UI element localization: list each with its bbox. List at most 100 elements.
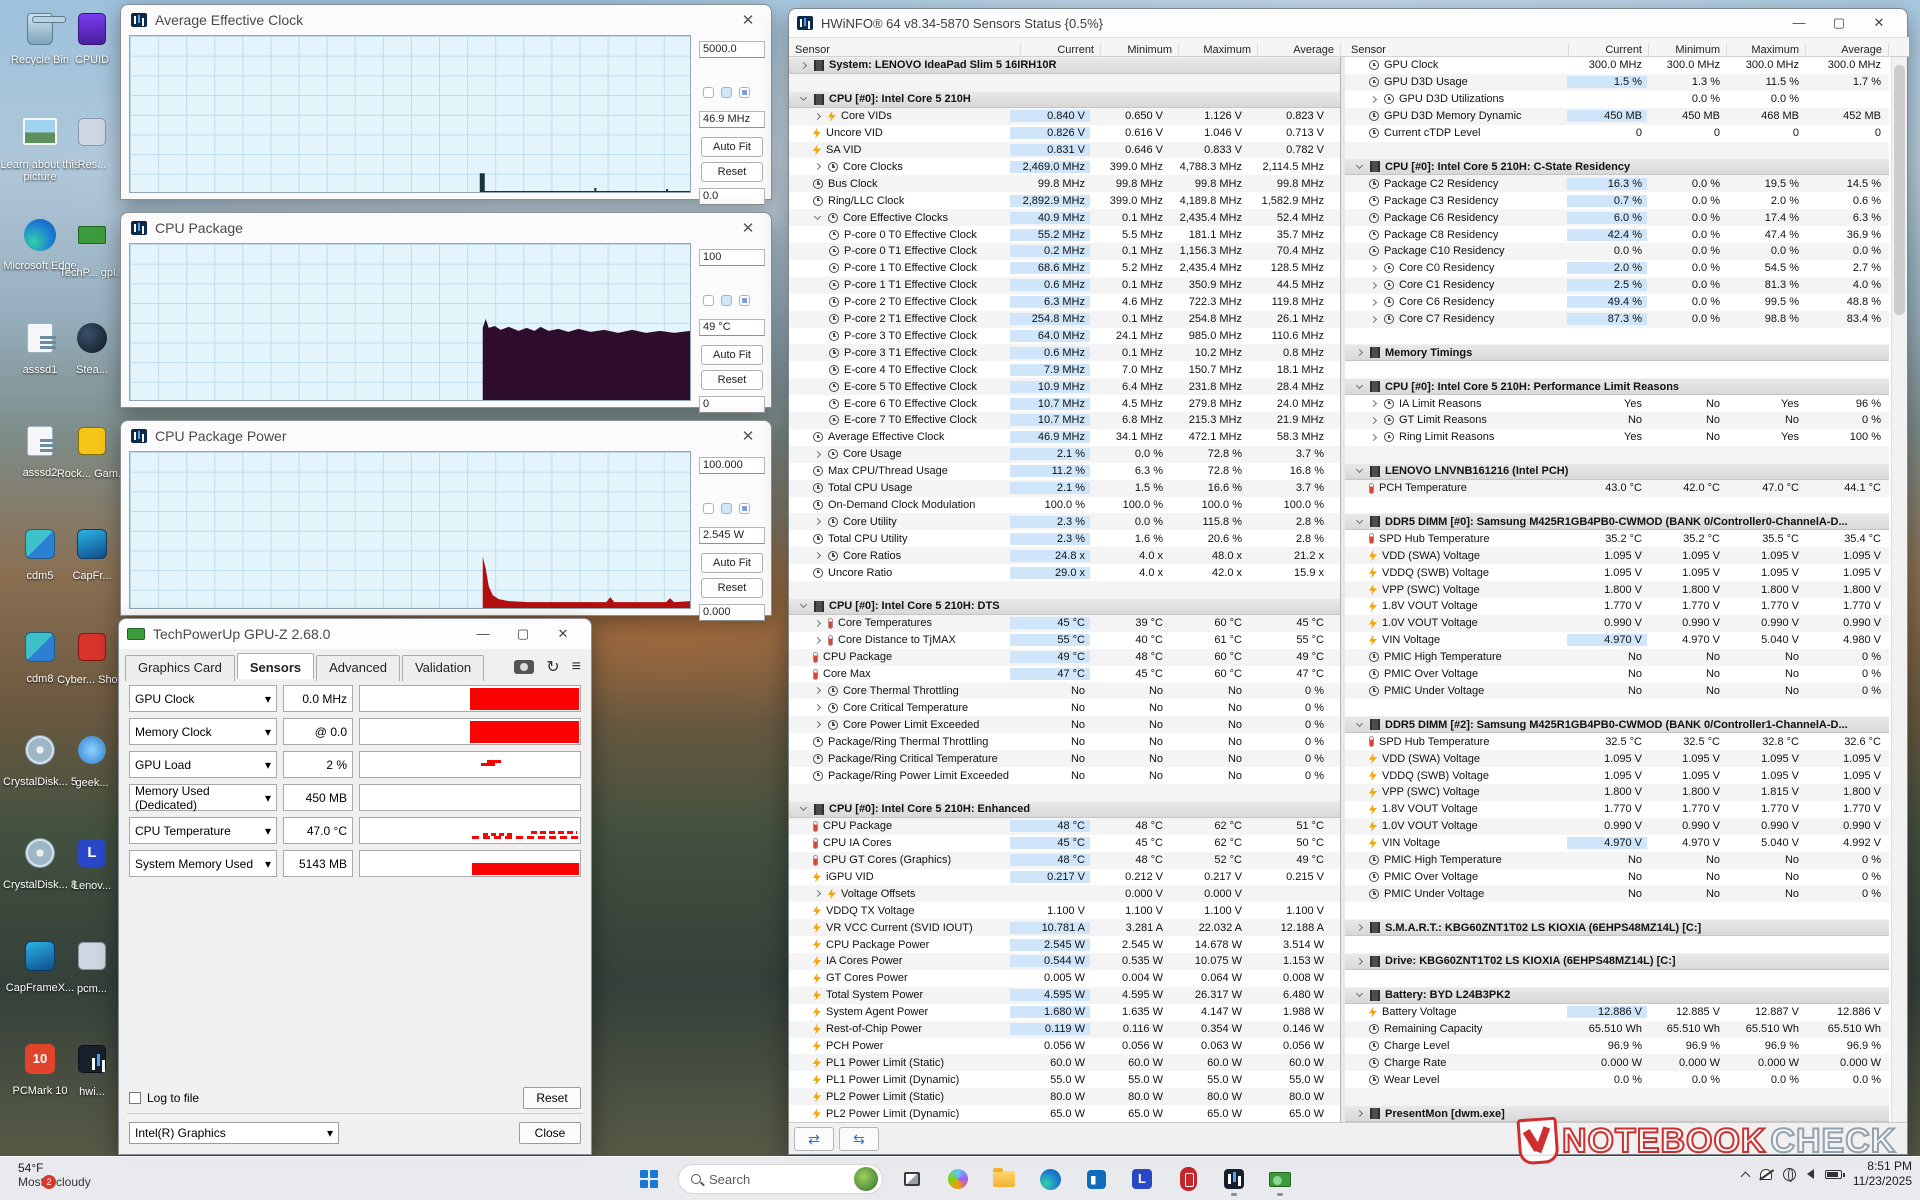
hidden-icons-chevron-icon[interactable] xyxy=(1740,1171,1750,1181)
sensor-row[interactable]: PL1 Power Limit (Static)60.0 W60.0 W60.0… xyxy=(789,1054,1340,1071)
chevron-down-icon[interactable] xyxy=(1356,382,1363,389)
sensor-row[interactable]: Core Distance to TjMAX55 °C40 °C61 °C55 … xyxy=(789,632,1340,649)
column-header-sensor[interactable]: Sensor xyxy=(789,43,1021,57)
gpuz-close-button[interactable]: Close xyxy=(519,1122,581,1144)
sensor-row[interactable]: CPU IA Cores45 °C45 °C62 °C50 °C xyxy=(789,835,1340,852)
sensor-row[interactable]: E-core 4 T0 Effective Clock7.9 MHz7.0 MH… xyxy=(789,361,1340,378)
chevron-right-icon[interactable] xyxy=(814,518,821,525)
series-checkbox[interactable] xyxy=(703,295,714,306)
tab-validation[interactable]: Validation xyxy=(402,655,484,681)
chevron-right-icon[interactable] xyxy=(814,890,821,897)
sensor-row[interactable]: Core C1 Residency2.5 %0.0 %81.3 %4.0 % xyxy=(1345,277,1889,294)
chevron-right-icon[interactable] xyxy=(814,721,821,728)
graph-plot-area[interactable] xyxy=(129,451,691,609)
sensor-row[interactable]: On-Demand Clock Modulation100.0 %100.0 %… xyxy=(789,497,1340,514)
auto-fit-button[interactable]: Auto Fit xyxy=(701,345,763,365)
chevron-right-icon[interactable] xyxy=(814,113,821,120)
sensor-name-dropdown[interactable]: Memory Used (Dedicated)▾ xyxy=(129,784,277,811)
chevron-right-icon[interactable] xyxy=(814,163,821,170)
sensor-group-header[interactable]: Memory Timings xyxy=(1345,344,1889,361)
speaker-icon[interactable] xyxy=(1807,1169,1814,1179)
sensor-row[interactable]: E-core 5 T0 Effective Clock10.9 MHz6.4 M… xyxy=(789,378,1340,395)
chevron-right-icon[interactable] xyxy=(814,620,821,627)
column-header-sensor[interactable]: Sensor xyxy=(1345,43,1569,57)
sensor-row[interactable]: VDD (SWA) Voltage1.095 V1.095 V1.095 V1.… xyxy=(1345,547,1889,564)
chevron-down-icon[interactable] xyxy=(1356,990,1363,997)
sensor-row[interactable]: Package/Ring Power Limit ExceededNoNoNo0… xyxy=(789,767,1340,784)
sensor-row[interactable]: Core C0 Residency2.0 %0.0 %54.5 %2.7 % xyxy=(1345,260,1889,277)
series-checkbox[interactable] xyxy=(721,87,732,98)
sensor-row[interactable]: Package C6 Residency6.0 %0.0 %17.4 %6.3 … xyxy=(1345,209,1889,226)
scrollbar-thumb[interactable] xyxy=(1894,65,1905,315)
swap-columns-button[interactable]: ⇄ xyxy=(794,1127,834,1151)
sensor-row[interactable]: Total CPU Usage2.1 %1.5 %16.6 %3.7 % xyxy=(789,480,1340,497)
column-header-minimum[interactable]: Minimum xyxy=(1649,43,1727,57)
series-checkbox[interactable] xyxy=(721,503,732,514)
sensor-row[interactable]: VIN Voltage4.970 V4.970 V5.040 V4.980 V xyxy=(1345,632,1889,649)
search-box[interactable]: Search xyxy=(678,1164,883,1194)
chevron-right-icon[interactable] xyxy=(1370,316,1377,323)
sensor-row[interactable]: PMIC Under VoltageNoNoNo0 % xyxy=(1345,683,1889,700)
sensor-row[interactable]: P-core 2 T0 Effective Clock6.3 MHz4.6 MH… xyxy=(789,294,1340,311)
sensor-row[interactable]: GPU Clock300.0 MHz300.0 MHz300.0 MHz300.… xyxy=(1345,57,1889,74)
sensor-row[interactable]: VDDQ TX Voltage1.100 V1.100 V1.100 V1.10… xyxy=(789,902,1340,919)
sensor-row[interactable]: 1.0V VOUT Voltage0.990 V0.990 V0.990 V0.… xyxy=(1345,818,1889,835)
sensor-group-header[interactable]: Drive: KBG60ZNT1T02 LS KIOXIA (6EHPS48MZ… xyxy=(1345,953,1889,970)
sensor-row[interactable]: PL2 Power Limit (Static)80.0 W80.0 W80.0… xyxy=(789,1088,1340,1105)
sensor-row[interactable]: Package/Ring Thermal ThrottlingNoNoNo0 % xyxy=(789,733,1340,750)
series-checkbox[interactable] xyxy=(739,503,750,514)
merge-columns-button[interactable]: ⇆ xyxy=(839,1127,879,1151)
sensor-row[interactable]: Total System Power4.595 W4.595 W26.317 W… xyxy=(789,987,1340,1004)
chevron-right-icon[interactable] xyxy=(1370,299,1377,306)
gpuz-titlebar[interactable]: TechPowerUp GPU-Z 2.68.0 — ▢ ✕ xyxy=(119,619,591,649)
sensor-row[interactable]: GT Limit ReasonsNoNoNo0 % xyxy=(1345,412,1889,429)
hwinfo-titlebar[interactable]: HWiNFO® 64 v8.34-5870 Sensors Status {0.… xyxy=(789,9,1907,37)
sensor-row[interactable]: PMIC Under VoltageNoNoNo0 % xyxy=(1345,885,1889,902)
chevron-right-icon[interactable] xyxy=(1356,349,1363,356)
chevron-down-icon[interactable] xyxy=(800,94,807,101)
maximize-icon[interactable]: ▢ xyxy=(1819,15,1859,31)
sensor-row[interactable]: Wear Level0.0 %0.0 %0.0 %0.0 % xyxy=(1345,1071,1889,1088)
sensor-name-dropdown[interactable]: System Memory Used▾ xyxy=(129,850,277,877)
close-icon[interactable]: ✕ xyxy=(735,219,761,237)
sensor-group-header[interactable]: System: LENOVO IdeaPad Slim 5 16IRH10R xyxy=(789,57,1340,74)
sensor-group-header[interactable]: DDR5 DIMM [#0]: Samsung M425R1GB4PB0-CWM… xyxy=(1345,513,1889,530)
sensor-row[interactable]: Rest-of-Chip Power0.119 W0.116 W0.354 W0… xyxy=(789,1021,1340,1038)
sensor-row[interactable]: Ring Limit ReasonsYesNoYes100 % xyxy=(1345,429,1889,446)
taskbar-icon-explorer[interactable] xyxy=(987,1162,1021,1196)
chevron-right-icon[interactable] xyxy=(1356,958,1363,965)
taskbar-icon-copilot[interactable] xyxy=(941,1162,975,1196)
chevron-down-icon[interactable] xyxy=(800,804,807,811)
taskbar-icon-store[interactable] xyxy=(1079,1162,1113,1196)
sensor-row[interactable]: Package C2 Residency16.3 %0.0 %19.5 %14.… xyxy=(1345,175,1889,192)
sensor-row[interactable]: Core C6 Residency49.4 %0.0 %99.5 %48.8 % xyxy=(1345,294,1889,311)
series-checkbox[interactable] xyxy=(739,295,750,306)
series-checkbox[interactable] xyxy=(739,87,750,98)
sensor-group-header[interactable]: CPU [#0]: Intel Core 5 210H: Performance… xyxy=(1345,378,1889,395)
sensor-row[interactable]: Total CPU Utility2.3 %1.6 %20.6 %2.8 % xyxy=(789,530,1340,547)
taskbar-icon-gpuz[interactable] xyxy=(1263,1162,1297,1196)
sensor-group-header[interactable]: Battery: BYD L24B3PK2 xyxy=(1345,987,1889,1004)
sensor-name-dropdown[interactable]: Memory Clock▾ xyxy=(129,718,277,745)
log-to-file-checkbox[interactable] xyxy=(129,1092,141,1104)
sensor-row[interactable]: Package C3 Residency0.7 %0.0 %2.0 %0.6 % xyxy=(1345,192,1889,209)
auto-fit-button[interactable]: Auto Fit xyxy=(701,553,763,573)
sensor-row[interactable]: Current cTDP Level0000 xyxy=(1345,125,1889,142)
column-header-minimum[interactable]: Minimum xyxy=(1101,43,1179,57)
chevron-down-icon[interactable] xyxy=(800,601,807,608)
sensor-row[interactable]: P-core 2 T1 Effective Clock254.8 MHz0.1 … xyxy=(789,311,1340,328)
chevron-right-icon[interactable] xyxy=(1370,282,1377,289)
chevron-down-icon[interactable] xyxy=(1356,466,1363,473)
sensor-group-header[interactable]: CPU [#0]: Intel Core 5 210H: DTS xyxy=(789,598,1340,615)
sensor-group-header[interactable]: S.M.A.R.T.: KBG60ZNT1T02 LS KIOXIA (6EHP… xyxy=(1345,919,1889,936)
chevron-right-icon[interactable] xyxy=(1370,417,1377,424)
graph-window-titlebar[interactable]: CPU Package Power✕ xyxy=(121,421,771,451)
chevron-right-icon[interactable] xyxy=(1370,434,1377,441)
sensor-row[interactable]: Charge Level96.9 %96.9 %96.9 %96.9 % xyxy=(1345,1038,1889,1055)
series-checkbox[interactable] xyxy=(703,87,714,98)
sensor-row[interactable]: SA VID0.831 V0.646 V0.833 V0.782 V xyxy=(789,142,1340,159)
sensor-row[interactable]: Package C8 Residency42.4 %0.0 %47.4 %36.… xyxy=(1345,226,1889,243)
sensor-name-dropdown[interactable]: GPU Clock▾ xyxy=(129,685,277,712)
sensor-row[interactable]: Max CPU/Thread Usage11.2 %6.3 %72.8 %16.… xyxy=(789,463,1340,480)
close-icon[interactable]: ✕ xyxy=(735,427,761,445)
